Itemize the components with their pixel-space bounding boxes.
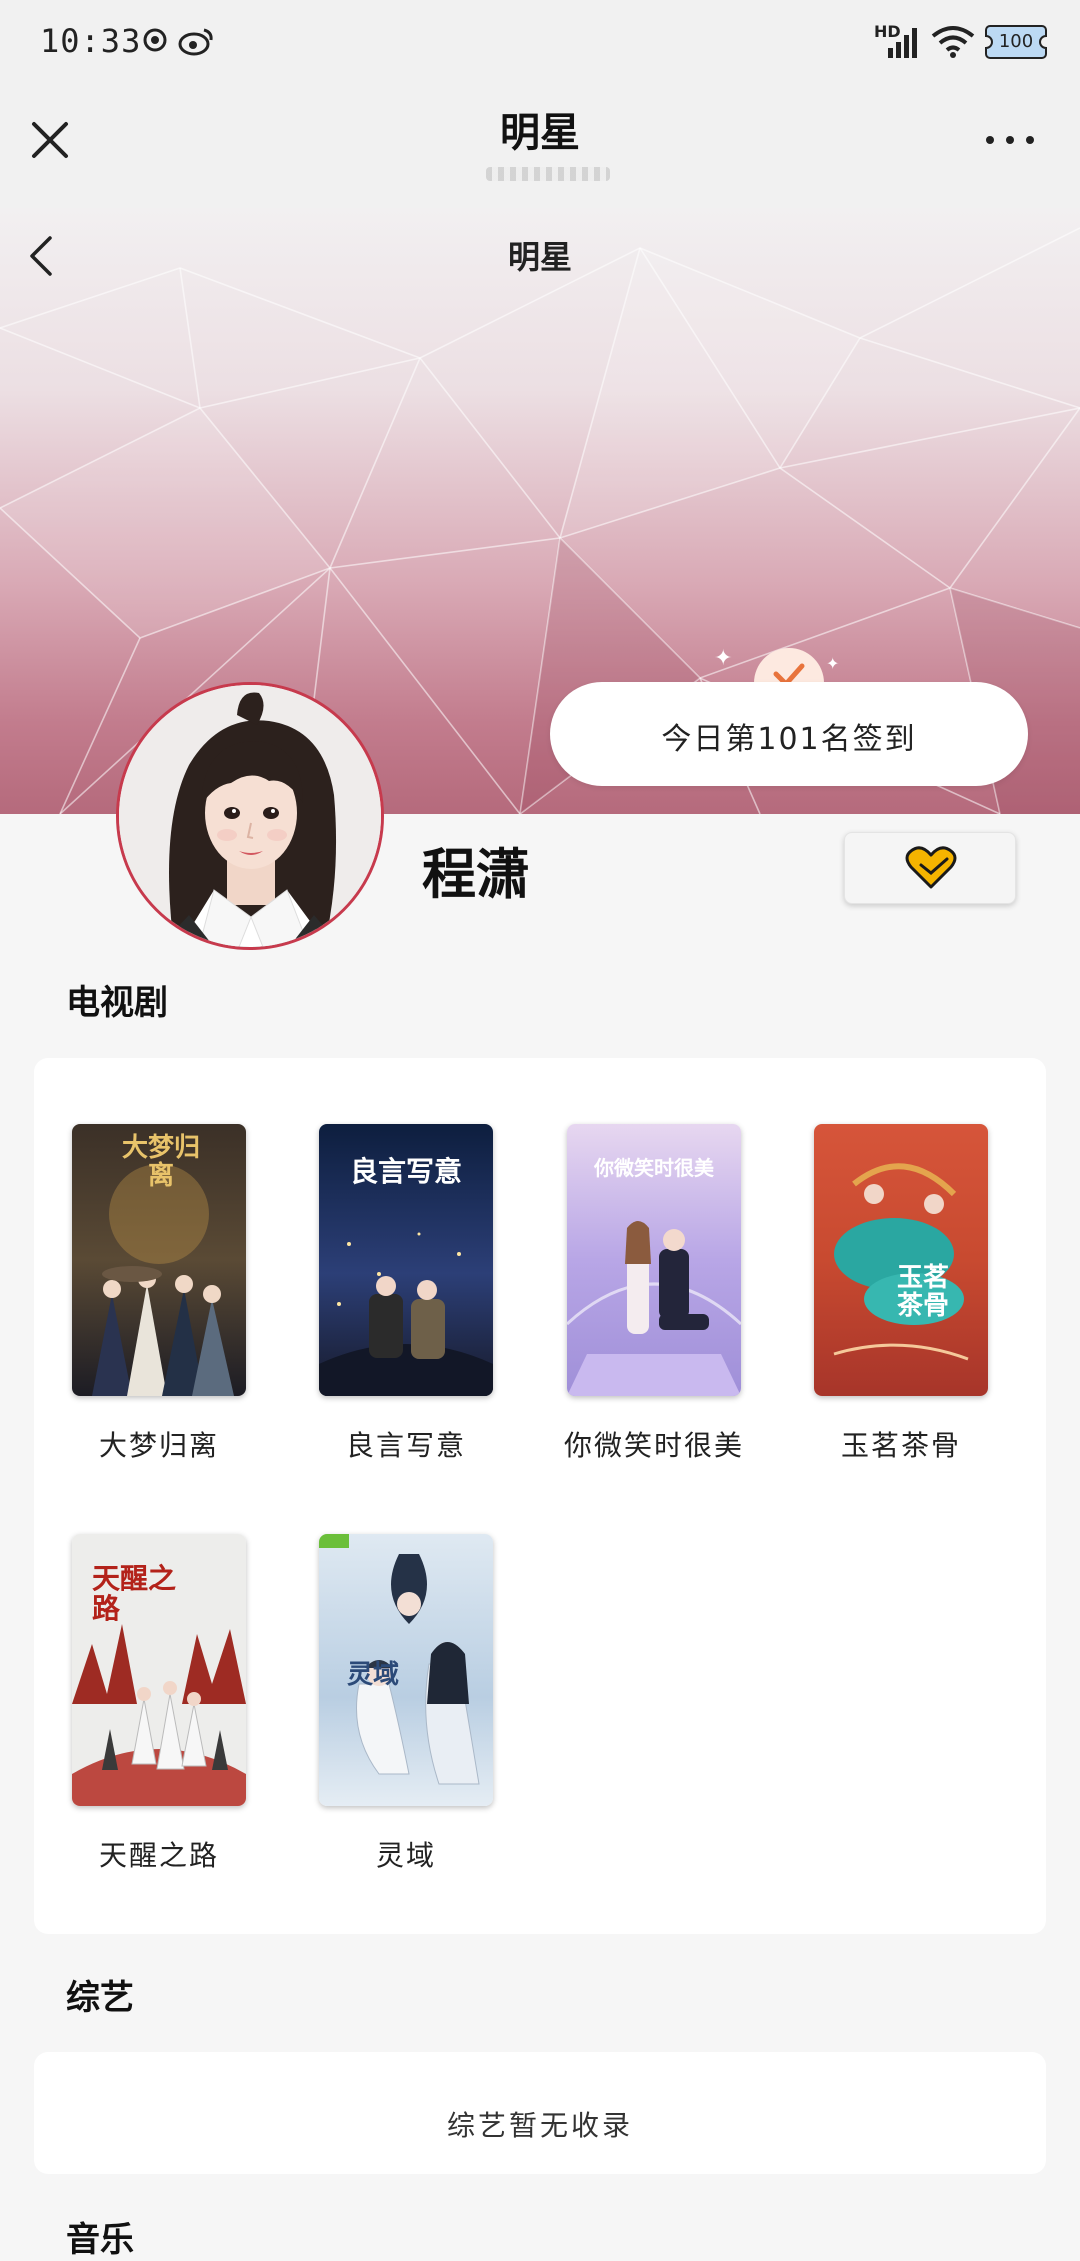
drama-item[interactable]: 天醒之路 — [72, 1534, 246, 1806]
sparkle-icon: ✦ — [826, 654, 840, 673]
drama-title[interactable]: 大梦归离 — [34, 1424, 284, 1464]
section-title-variety: 综艺 — [66, 1978, 134, 2018]
more-options-button[interactable] — [982, 124, 1042, 154]
status-time: 10:33 — [40, 22, 142, 60]
drama-item[interactable]: 灵域 — [319, 1534, 493, 1806]
drama-title[interactable]: 你微笑时很美 — [529, 1424, 779, 1464]
page-subtitle-blurred — [486, 167, 610, 181]
heart-icon — [905, 846, 957, 889]
drama-poster: 大梦归离 — [72, 1124, 246, 1396]
drama-poster: 你微笑时很美 — [567, 1124, 741, 1396]
wifi-icon — [930, 24, 976, 64]
avatar — [116, 682, 384, 950]
section-title-tv: 电视剧 — [66, 983, 168, 1023]
drama-title[interactable]: 天醒之路 — [34, 1834, 284, 1874]
more-dots-icon — [986, 136, 994, 144]
page-title: 明星 — [500, 110, 580, 156]
hero-title: 明星 — [507, 238, 572, 276]
drama-item[interactable]: 大梦归离 — [72, 1124, 246, 1396]
star-name: 程潇 — [422, 842, 530, 906]
drama-title[interactable]: 良言写意 — [281, 1424, 531, 1464]
drama-item[interactable]: 玉茗茶骨 — [814, 1124, 988, 1396]
drama-title[interactable]: 灵域 — [281, 1834, 531, 1874]
weibo-icon — [178, 26, 214, 64]
variety-empty-message: 综艺暂无收录 — [446, 2109, 633, 2142]
notification-icon — [142, 26, 168, 61]
section-title-music: 音乐 — [66, 2220, 134, 2260]
checkin-rank-text: 今日第101名签到 — [661, 722, 917, 757]
drama-item[interactable]: 你微笑时很美 — [567, 1124, 741, 1396]
battery-icon: 100 — [984, 22, 1048, 62]
drama-poster: 玉茗茶骨 — [814, 1124, 988, 1396]
drama-poster: 灵域 — [319, 1534, 493, 1806]
sparkle-icon: ✦ — [714, 646, 733, 671]
drama-item[interactable]: 良言写意 — [319, 1124, 493, 1396]
follow-button[interactable] — [844, 832, 1016, 904]
drama-poster: 天醒之路 — [72, 1534, 246, 1806]
drama-poster: 良言写意 — [319, 1124, 493, 1396]
drama-title[interactable]: 玉茗茶骨 — [776, 1424, 1026, 1464]
